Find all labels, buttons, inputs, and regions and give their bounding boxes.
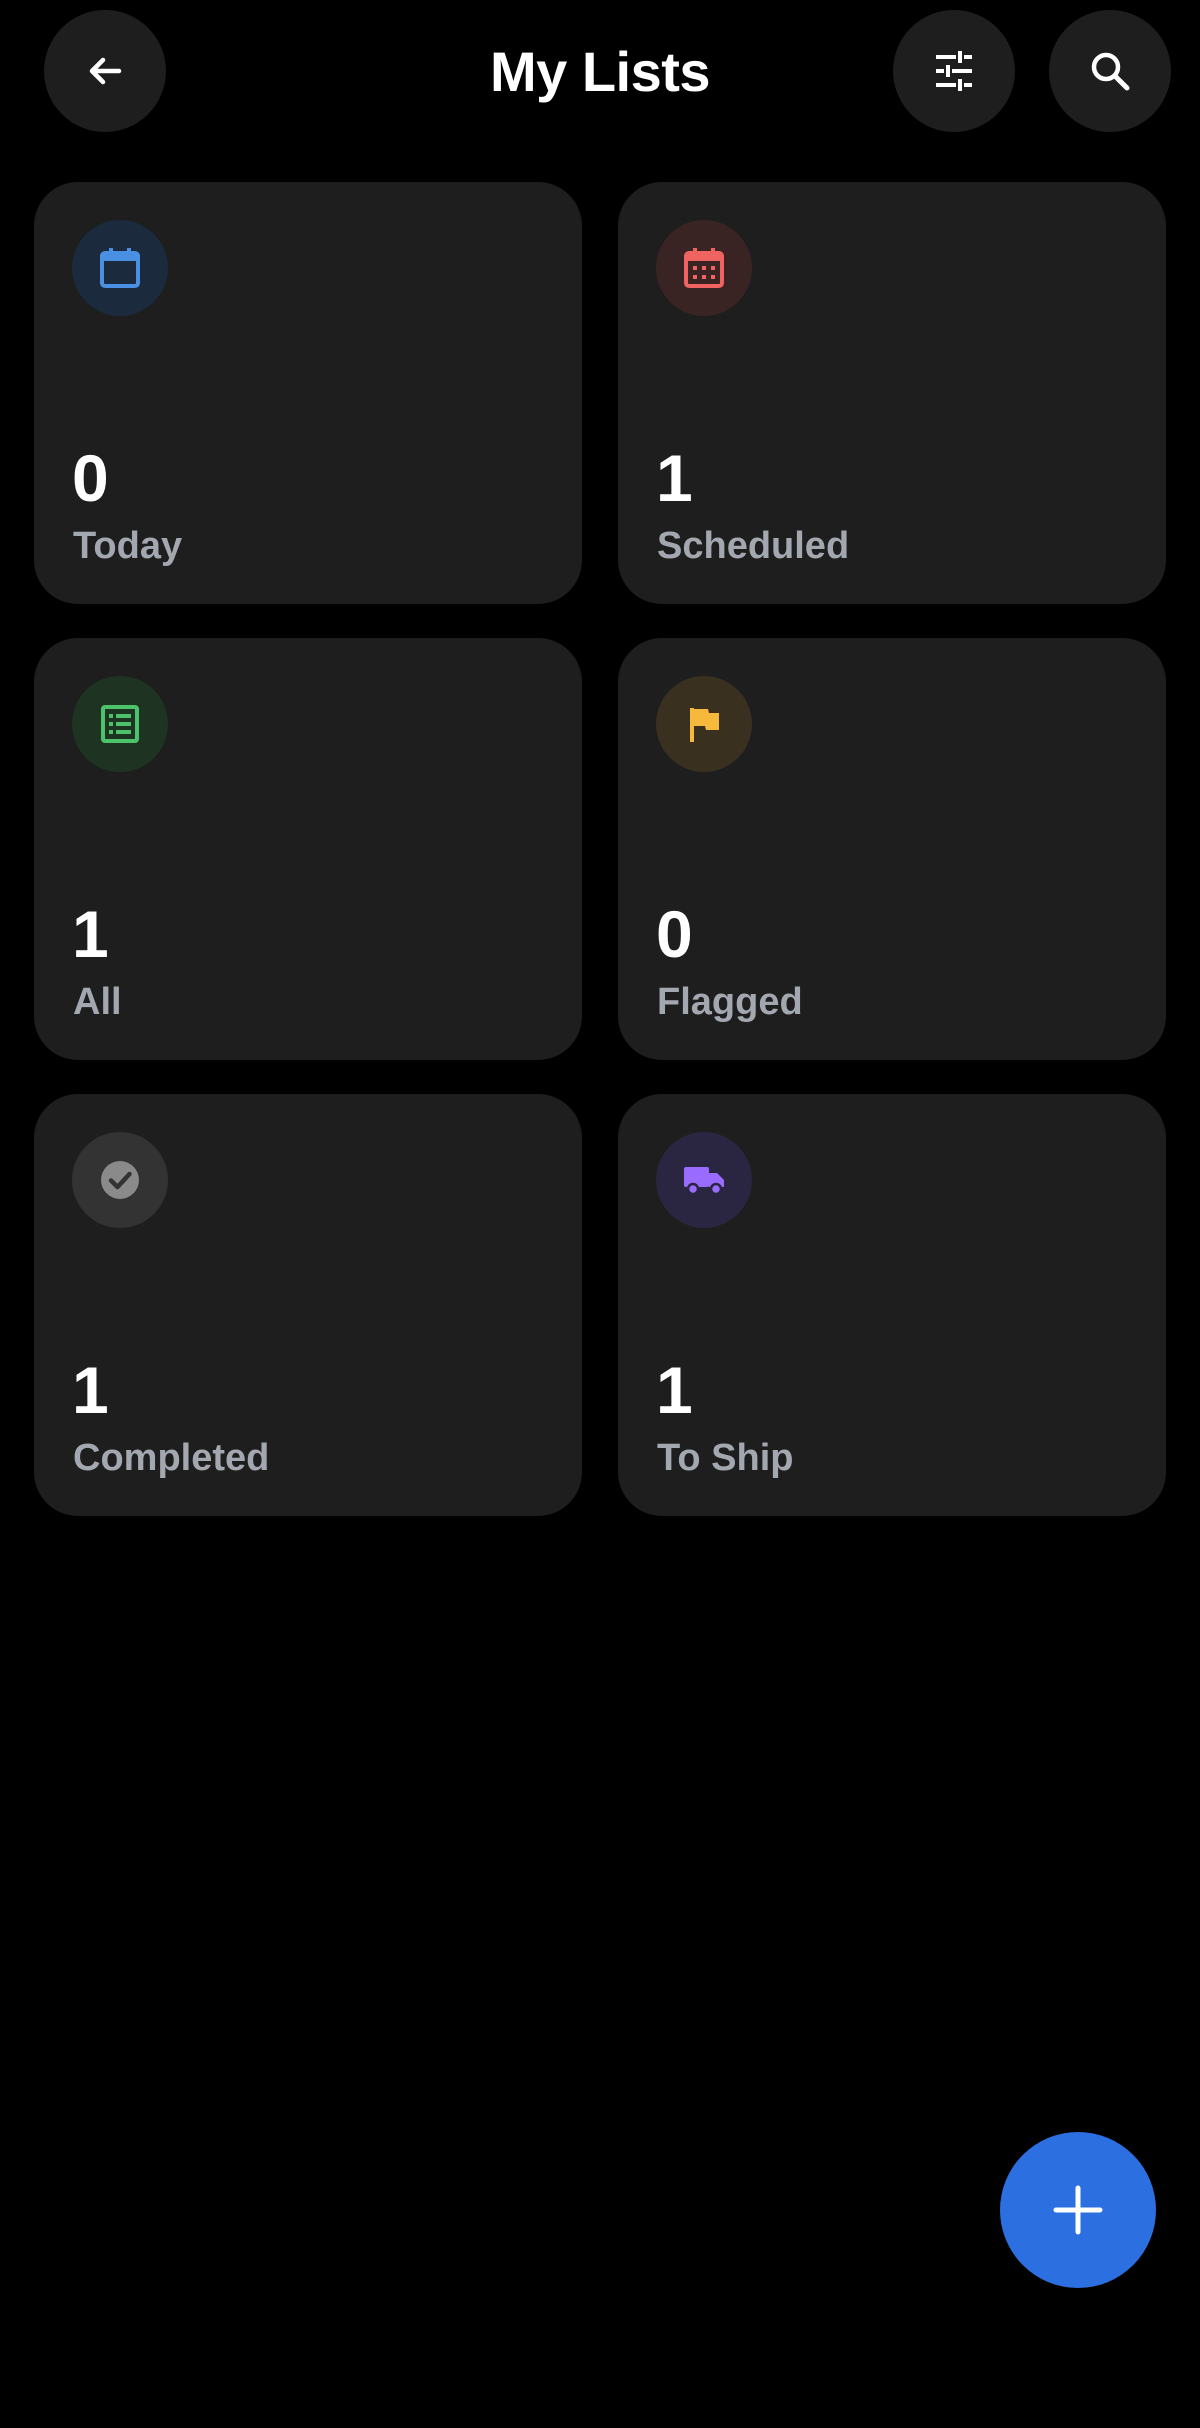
list-card-to-ship[interactable]: 1 To Ship — [618, 1094, 1166, 1516]
list-count: 1 — [656, 441, 693, 515]
list-label: Today — [73, 525, 183, 567]
list-label: Scheduled — [657, 525, 850, 567]
truck-icon — [684, 1167, 724, 1196]
page-title: My Lists — [489, 40, 711, 103]
filter-button[interactable] — [893, 10, 1015, 132]
calendar-grid-icon — [684, 248, 724, 288]
card-icon-badge — [656, 676, 752, 772]
sliders-icon — [936, 51, 972, 91]
list-label: Flagged — [657, 981, 803, 1023]
list-label: To Ship — [657, 1437, 794, 1479]
card-icon-badge — [656, 1132, 752, 1228]
check-circle-icon — [101, 1161, 139, 1199]
list-card-completed[interactable]: 1 Completed — [34, 1094, 582, 1516]
top-app-bar: My Lists — [0, 0, 1200, 142]
list-card-today[interactable]: 0 Today — [34, 182, 582, 604]
card-icon-badge — [72, 1132, 168, 1228]
back-button[interactable] — [44, 10, 166, 132]
list-label: All — [73, 981, 122, 1023]
list-count: 0 — [656, 897, 693, 971]
list-card-flagged[interactable]: 0 Flagged — [618, 638, 1166, 1060]
list-count: 0 — [72, 441, 109, 515]
search-button[interactable] — [1049, 10, 1171, 132]
add-list-button[interactable] — [1000, 2132, 1156, 2288]
calendar-icon — [100, 248, 140, 288]
list-label: Completed — [73, 1437, 270, 1479]
arrow-left-icon — [89, 57, 122, 85]
list-count: 1 — [656, 1353, 693, 1427]
list-count: 1 — [72, 1353, 109, 1427]
plus-icon — [1053, 2185, 1103, 2235]
card-icon-badge — [72, 220, 168, 316]
card-icon-badge — [72, 676, 168, 772]
list-icon — [101, 705, 139, 743]
list-card-all[interactable]: 1 All — [34, 638, 582, 1060]
list-card-scheduled[interactable]: 1 Scheduled — [618, 182, 1166, 604]
list-count: 1 — [72, 897, 109, 971]
smart-lists-grid: 0 Today 1 Scheduled 1 All 0 Flagged 1 Co… — [34, 182, 1166, 1516]
flag-icon — [690, 708, 719, 742]
card-icon-badge — [656, 220, 752, 316]
search-icon — [1091, 52, 1130, 91]
